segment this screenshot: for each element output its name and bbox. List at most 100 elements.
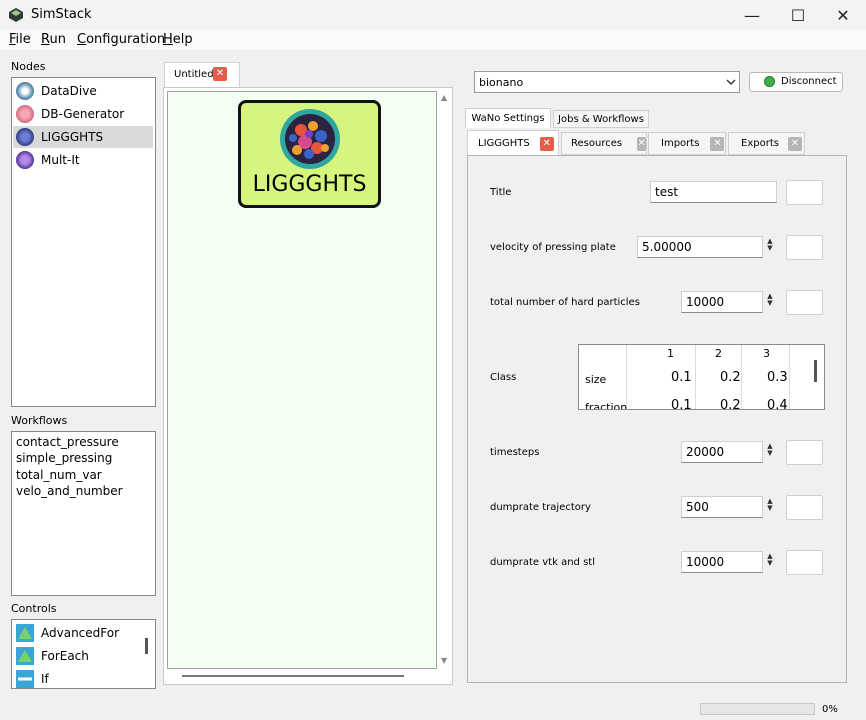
table-column-header: 3 [763,347,770,360]
menu-file[interactable]: File [9,32,31,47]
horizontal-scroll-thumb[interactable] [182,675,404,677]
stepper-down-icon[interactable]: ▼ [764,245,776,252]
canvas-horizontal-scrollbar[interactable] [167,670,437,682]
control-item-if[interactable]: If [13,668,153,688]
workflow-item-total-num-var[interactable]: total_num_var [16,468,102,482]
table-gridline [789,345,790,409]
particles-label: total number of hard particles [490,297,640,308]
control-item-advancedfor[interactable]: AdvancedFor [13,622,153,644]
close-tab-icon[interactable]: ✕ [539,136,554,151]
chevron-down-icon [726,79,736,85]
close-button[interactable]: ✕ [820,0,866,30]
title-side-button[interactable] [786,180,823,205]
timesteps-label: timesteps [490,447,540,458]
tab-jobs-workflows[interactable]: Jobs & Workflows [553,110,649,128]
table-row-header: fraction [585,401,628,410]
workflow-item-velo-and-number[interactable]: velo_and_number [16,484,123,498]
close-tab-icon[interactable]: ✕ [710,136,725,151]
scroll-down-icon[interactable]: ▼ [441,656,447,665]
close-tab-icon[interactable]: ✕ [787,136,802,151]
velocity-side-button[interactable] [786,235,823,260]
menu-help-label: elp [172,32,193,47]
node-item-db-generator[interactable]: DB-Generator [13,103,153,125]
stepper-down-icon[interactable]: ▼ [764,300,776,307]
velocity-label: velocity of pressing plate [490,242,616,253]
controls-scrollbar[interactable] [145,638,148,654]
stepper-down-icon[interactable]: ▼ [764,450,776,457]
table-cell[interactable]: 0.1 [671,398,692,409]
control-item-foreach[interactable]: ForEach [13,645,153,667]
stepper-down-icon[interactable]: ▼ [764,505,776,512]
class-label: Class [490,372,517,383]
close-tab-icon[interactable]: ✕ [637,136,646,151]
tab-liggghts-label: LIGGGHTS [478,138,530,149]
menu-configuration-label: onfiguration [86,32,166,47]
control-item-label: If [41,672,49,686]
dump-vtk-side-button[interactable] [786,550,823,575]
tab-wano-settings[interactable]: WaNo Settings [465,108,551,128]
particles-input[interactable]: 10000 [681,291,763,313]
table-cell[interactable]: 0.1 [671,370,692,385]
close-tab-icon[interactable]: ✕ [213,67,227,81]
title-input[interactable]: test [650,181,777,203]
dump-trajectory-side-button[interactable] [786,495,823,520]
control-item-label: ForEach [41,649,89,663]
scroll-up-icon[interactable]: ▲ [441,93,447,102]
node-item-mult-it[interactable]: Mult-It [13,149,153,171]
table-cell[interactable]: 0.3 [767,370,788,385]
dump-vtk-input[interactable]: 10000 [681,551,763,573]
workflow-item-contact-pressure[interactable]: contact_pressure [16,435,119,449]
menu-run[interactable]: Run [41,32,66,47]
dump-trajectory-stepper[interactable]: ▲ ▼ [764,498,776,512]
velocity-stepper[interactable]: ▲ ▼ [764,238,776,252]
node-item-label: DataDive [41,84,97,98]
workflows-list[interactable]: contact_pressure simple_pressing total_n… [11,431,156,596]
workflow-item-simple-pressing[interactable]: simple_pressing [16,451,112,465]
node-item-label: DB-Generator [41,107,125,121]
dump-trajectory-label: dumprate trajectory [490,502,591,513]
timesteps-input[interactable]: 20000 [681,441,763,463]
velocity-input[interactable]: 5.00000 [637,236,763,258]
menu-help-mnemonic: H [163,32,173,47]
menu-file-label: ile [15,32,31,47]
particles-side-button[interactable] [786,290,823,315]
timesteps-stepper[interactable]: ▲ ▼ [764,443,776,457]
table-cell[interactable]: 0.4 [767,398,788,409]
table-column-header: 1 [667,347,674,360]
disconnect-button[interactable]: Disconnect [749,72,843,92]
tab-exports[interactable]: Exports ✕ [728,132,805,155]
minimize-button[interactable]: — [729,0,775,30]
foreach-icon [16,647,34,665]
tab-resources[interactable]: Resources ✕ [561,132,647,155]
title-bar: SimStack — ☐ ✕ [0,0,866,30]
dump-vtk-stepper[interactable]: ▲ ▼ [764,553,776,567]
dump-trajectory-input[interactable]: 500 [681,496,763,518]
maximize-button[interactable]: ☐ [775,0,821,30]
node-item-datadive[interactable]: DataDive [13,80,153,102]
controls-list[interactable]: AdvancedFor ForEach If [11,619,156,689]
class-table[interactable]: 1 2 3 size 0.1 0.2 0.3 fraction 0.1 0.2 … [578,344,825,410]
particles-stepper[interactable]: ▲ ▼ [764,293,776,307]
workflows-label: Workflows [11,414,68,427]
menu-help[interactable]: Help [163,32,193,47]
server-select[interactable]: bionano [474,71,740,93]
maximize-icon: ☐ [790,5,806,25]
menu-configuration[interactable]: Configuration [77,32,165,47]
liggghts-node-label: LIGGGHTS [252,172,367,197]
node-item-liggghts[interactable]: LIGGGHTS [13,126,153,148]
table-scrollbar[interactable] [814,360,817,382]
stepper-down-icon[interactable]: ▼ [764,560,776,567]
minimize-icon: — [744,5,760,25]
timesteps-side-button[interactable] [786,440,823,465]
table-cell[interactable]: 0.2 [720,398,741,409]
tab-imports[interactable]: Imports ✕ [648,132,726,155]
progress-bar [700,703,815,715]
canvas-vertical-scrollbar[interactable]: ▲ ▼ [440,91,451,669]
settings-scrollbar[interactable] [852,155,862,683]
tab-untitled[interactable]: Untitled ✕ [164,62,240,87]
tab-liggghts[interactable]: LIGGGHTS ✕ [467,130,559,156]
tab-untitled-label: Untitled [174,69,214,80]
nodes-list[interactable]: DataDive DB-Generator LIGGGHTS Mult-It [11,77,156,407]
table-cell[interactable]: 0.2 [720,370,741,385]
title-label: Title [490,187,512,198]
